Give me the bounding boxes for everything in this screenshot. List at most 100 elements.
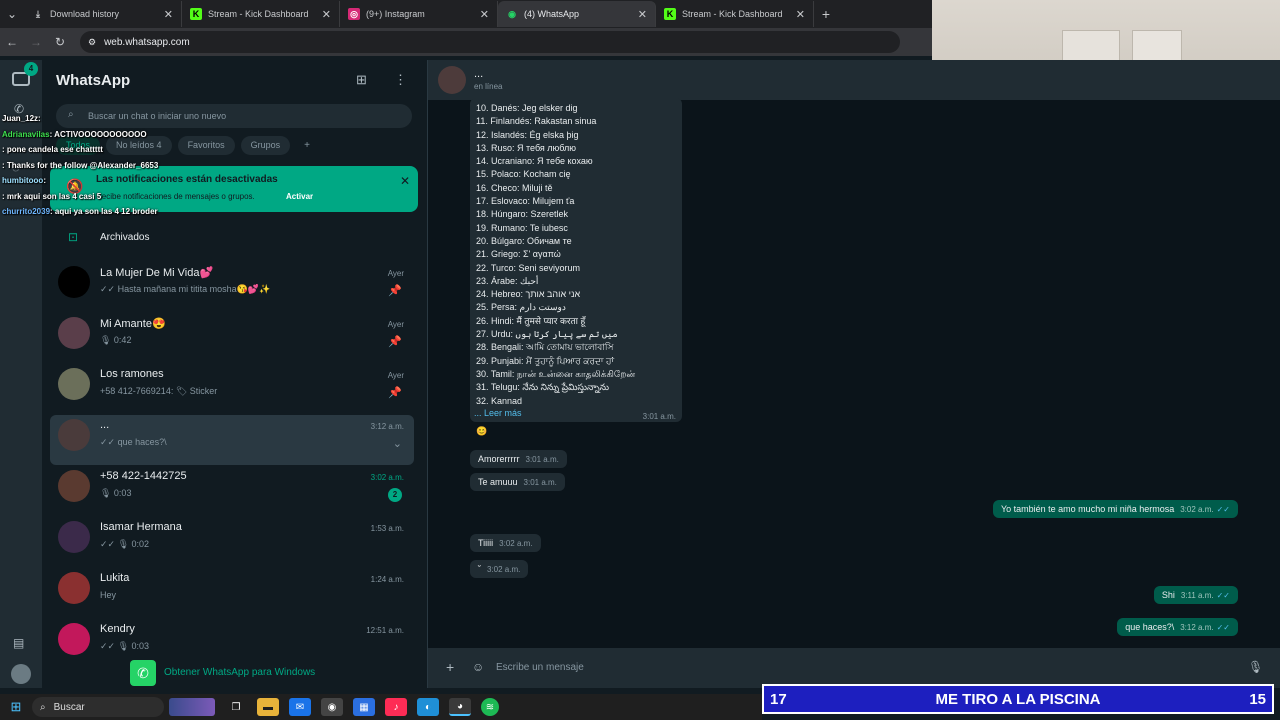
close-icon[interactable]: ✕	[400, 174, 410, 188]
read-more-link[interactable]: ... Leer más	[474, 408, 522, 418]
message-line: 18. Húngaro: Szeretlek	[476, 209, 569, 220]
reload-icon[interactable]: ↻	[48, 35, 72, 49]
site-info-icon[interactable]: ⚙	[88, 37, 96, 48]
message-line: 24. Hebreo: אני אוהב אותך	[476, 289, 581, 300]
attach-icon[interactable]: +	[446, 659, 454, 675]
archived-row[interactable]: ⊡ Archivados	[50, 224, 414, 252]
message-line: 27. Urdu: میں تم سے پیار کرتا ہوں	[476, 329, 618, 340]
stream-chat-text: : Thanks for the follow @Alexander_6653	[2, 160, 159, 170]
chrome-icon[interactable]: ◕	[449, 698, 471, 716]
outgoing-message[interactable]: que haces?\ 3:12 a.m. ✓✓	[1117, 618, 1238, 636]
incoming-message[interactable]: Tiiiii 3:02 a.m.	[470, 534, 541, 552]
archive-icon: ⊡	[68, 230, 79, 244]
message-input[interactable]: Escribe un mensaje	[496, 662, 584, 673]
store-icon[interactable]: ▦	[353, 698, 375, 716]
kick-icon: K	[664, 8, 676, 20]
chat-list-item[interactable]: ... ✓✓ que haces?\ 3:12 a.m. ⌄	[50, 415, 414, 465]
archived-label: Archivados	[100, 232, 150, 243]
emoji-icon[interactable]: ☺	[472, 660, 484, 674]
chat-list-item[interactable]: Kendry ✓✓ 🎙 0:03 12:51 a.m.	[50, 619, 414, 669]
outgoing-message[interactable]: Shi 3:11 a.m. ✓✓	[1153, 586, 1238, 604]
message-text: Tiiiii	[478, 538, 494, 548]
close-icon[interactable]: ✕	[164, 8, 173, 21]
close-icon[interactable]: ✕	[322, 8, 331, 21]
chat-list-item[interactable]: Isamar Hermana ✓✓ 🎙 0:02 1:53 a.m.	[50, 517, 414, 567]
chat-list-item[interactable]: La Mujer De Mi Vida💕 ✓✓ Hasta mañana mi t…	[50, 262, 414, 312]
chat-list-item[interactable]: Lukita Hey 1:24 a.m.	[50, 568, 414, 618]
avatar	[58, 419, 90, 451]
stream-chat-message: Juan_12z:	[2, 114, 41, 123]
contact-avatar[interactable]	[438, 66, 466, 94]
new-chat-icon[interactable]: ⊞	[356, 72, 367, 88]
close-icon[interactable]: ✕	[480, 8, 489, 21]
chat-preview: Hey	[100, 590, 117, 600]
message-line: 29. Punjabi: ਮੈਂ ਤੁਹਾਨੂੰ ਪਿਆਰ ਕਰਦਾ ਹਾਂ	[476, 355, 615, 366]
chat-list-item[interactable]: Los ramones +58 412-7669214: 🏷 Sticker Aye…	[50, 364, 414, 414]
notification-body: Recibe notificaciones de mensajes o grup…	[96, 192, 255, 201]
get-app-link[interactable]: Obtener WhatsApp para Windows	[164, 667, 315, 678]
chat-meta: ⌄	[392, 438, 402, 450]
incoming-message[interactable]: ˘ 3:02 a.m.	[470, 560, 529, 578]
task-view-icon[interactable]: ❐	[225, 698, 247, 716]
chat-time: 12:51 a.m.	[366, 626, 404, 635]
message-text: Amorerrrrr	[478, 454, 520, 464]
message-text: 😊	[476, 426, 488, 436]
windows-taskbar: ⊞ ⌕ Buscar ❐ ▬ ✉ ◉ ▦ ♪ ◐ ◕ ≋	[0, 694, 762, 720]
filter-groups[interactable]: Grupos	[240, 136, 291, 155]
incoming-message[interactable]: Te amuuu 3:01 a.m.	[470, 473, 565, 491]
forward-icon[interactable]: →	[24, 35, 48, 49]
obs-icon[interactable]: ◉	[321, 698, 343, 716]
back-icon[interactable]: ←	[0, 35, 24, 49]
chat-list-item[interactable]: Mi Amante😍 🎙 0:42 Ayer 📌	[50, 313, 414, 363]
stream-chat-message: : Thanks for the follow @Alexander_6653	[2, 161, 158, 170]
taskbar-search-label: Buscar	[53, 701, 85, 713]
search-input[interactable]: ⌕ Buscar un chat o iniciar uno nuevo	[56, 104, 412, 128]
edge-icon[interactable]: ◐	[417, 698, 439, 716]
message-line: 30. Tamil: நான் உன்னை காதலிக்கிறேன்	[476, 368, 636, 379]
mail-icon[interactable]: ✉	[289, 698, 311, 716]
activate-link[interactable]: Activar	[286, 192, 313, 201]
menu-icon[interactable]: ⋮	[394, 72, 407, 88]
url-field[interactable]: ⚙ web.whatsapp.com	[80, 31, 900, 53]
taskbar-search[interactable]: ⌕ Buscar	[32, 697, 164, 717]
tab-kick-dashboard-2[interactable]: K Stream - Kick Dashboard ✕	[656, 1, 814, 27]
add-filter-button[interactable]: +	[296, 136, 318, 155]
filter-favorites[interactable]: Favoritos	[177, 136, 235, 155]
tab-label: Stream - Kick Dashboard	[682, 9, 783, 19]
tab-kick-dashboard[interactable]: K Stream - Kick Dashboard ✕	[182, 1, 340, 27]
message-time: 3:01 a.m.	[525, 455, 559, 464]
stream-chat-message: : mrk aqui son las 4 casi 5	[2, 192, 101, 201]
new-tab-button[interactable]: +	[814, 6, 838, 22]
tiktok-icon[interactable]: ♪	[385, 698, 407, 716]
outgoing-message[interactable]: Yo también te amo mucho mi niña hermosa 3…	[992, 500, 1238, 518]
close-icon[interactable]: ✕	[796, 8, 805, 21]
tab-instagram[interactable]: ◎ (9+) Instagram ✕	[340, 1, 498, 27]
chat-name: Los ramones	[100, 368, 164, 380]
conversation-header[interactable]: ... en línea	[428, 60, 1280, 100]
stream-chat-message: churrito2039: aqui ya son las 4 12 brode…	[2, 207, 158, 216]
tab-list-button[interactable]: ⌄	[0, 7, 24, 21]
microphone-icon[interactable]: 🎙	[1248, 660, 1263, 674]
media-icon[interactable]: ▤	[13, 636, 24, 650]
incoming-message[interactable]: 😊	[470, 426, 499, 437]
windows-start-icon[interactable]: ⊞	[5, 698, 27, 716]
contact-status: en línea	[474, 82, 503, 91]
chat-preview: ✓✓ Hasta mañana mi titita mosha😘💕✨	[100, 284, 271, 294]
chat-list-item[interactable]: +58 422-1442725 🎙 0:03 3:02 a.m. 2	[50, 466, 414, 516]
tab-whatsapp[interactable]: ◉ (4) WhatsApp ✕	[498, 1, 656, 27]
tab-download-history[interactable]: ⤓ Download history ✕	[24, 1, 182, 27]
incoming-message[interactable]: Amorerrrrr 3:01 a.m.	[470, 450, 567, 468]
profile-avatar[interactable]	[11, 664, 31, 684]
message-line: 26. Hindi: मैं तुमसे प्यार करता हूँ	[476, 315, 586, 326]
file-explorer-icon[interactable]: ▬	[257, 698, 279, 716]
close-icon[interactable]: ✕	[638, 8, 647, 21]
spotify-icon[interactable]: ≋	[481, 698, 499, 716]
search-icon: ⌕	[40, 701, 46, 713]
stream-counter-right: 15	[1249, 690, 1266, 708]
avatar	[58, 266, 90, 298]
stream-chat-text: : mrk aqui son las 4 casi 5	[2, 191, 102, 201]
message-line: 20. Búlgaro: Обичам те	[476, 235, 572, 246]
stream-counter-left: 17	[770, 690, 787, 708]
avatar	[58, 317, 90, 349]
chat-time: Ayer	[387, 269, 404, 278]
